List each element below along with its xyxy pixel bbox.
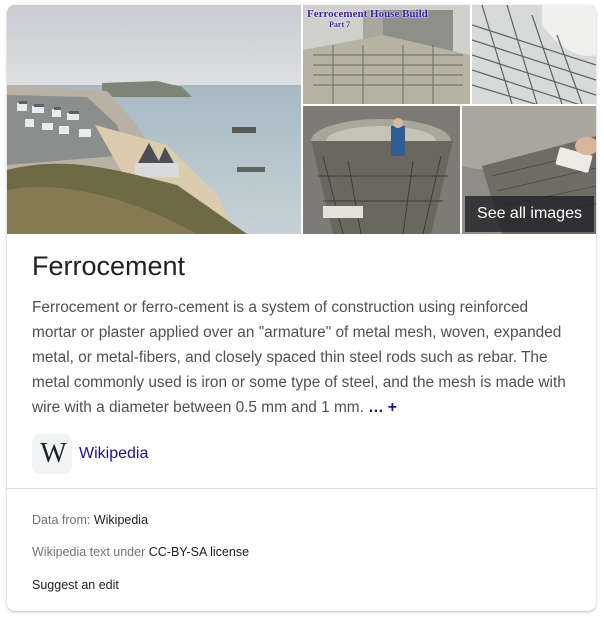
overlay-part-text: Part 7: [329, 20, 351, 29]
tank-interior-image: [303, 106, 460, 234]
wikipedia-logo-icon: W: [32, 434, 72, 474]
overlay-title-text: Ferrocement House Build: [307, 8, 428, 20]
expand-description-button[interactable]: … +: [368, 399, 397, 416]
gallery-image-3[interactable]: [472, 5, 596, 104]
mesh-plaster-image: [472, 5, 596, 104]
divider: [7, 488, 596, 489]
gallery-image-2[interactable]: Ferrocement House Build Part 7: [303, 5, 470, 104]
entity-description: Ferrocement or ferro-cement is a system …: [32, 295, 572, 420]
knowledge-panel: Ferrocement House Build Part 7 See all i…: [7, 5, 596, 611]
entity-title: Ferrocement: [32, 251, 186, 281]
license-label: Wikipedia text under: [32, 545, 146, 559]
gallery-image-4[interactable]: [303, 106, 460, 234]
wikipedia-link[interactable]: Wikipedia: [79, 445, 148, 463]
wikipedia-logo-letter: W: [40, 438, 66, 469]
license-link[interactable]: CC-BY-SA license: [149, 545, 249, 559]
data-from-row: Data from: Wikipedia: [32, 513, 148, 527]
data-from-label: Data from:: [32, 513, 91, 527]
image-overlay-title: Ferrocement House Build Part 7: [307, 8, 467, 29]
license-row: Wikipedia text under CC-BY-SA license: [32, 545, 249, 559]
description-text: Ferrocement or ferro-cement is a system …: [32, 299, 566, 416]
data-from-link[interactable]: Wikipedia: [94, 513, 148, 527]
source-link-row[interactable]: W Wikipedia: [32, 434, 148, 474]
see-all-images-label: See all images: [477, 205, 582, 222]
coastal-town-image: [7, 5, 301, 234]
gallery-image-main[interactable]: [7, 5, 301, 234]
see-all-images-button[interactable]: See all images: [465, 196, 594, 232]
image-gallery: Ferrocement House Build Part 7 See all i…: [7, 5, 596, 234]
suggest-edit-button[interactable]: Suggest an edit: [32, 578, 119, 592]
